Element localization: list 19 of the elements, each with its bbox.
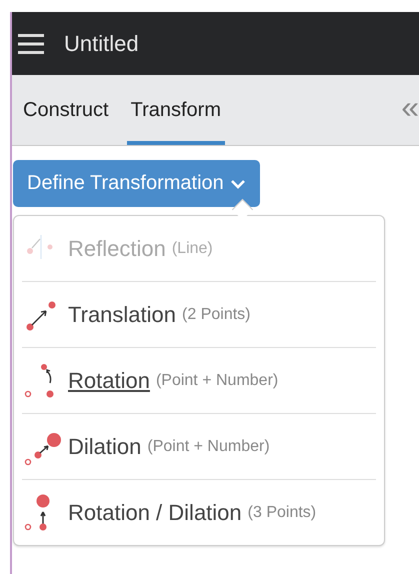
item-label: Rotation / Dilation xyxy=(68,500,242,526)
menu-item[interactable]: Rotation / Dilation (3 Points) xyxy=(22,479,376,545)
menu-item[interactable]: Rotation (Point + Number) xyxy=(22,347,376,413)
tab[interactable]: Construct xyxy=(19,75,113,145)
item-label: Translation xyxy=(68,302,176,328)
menu-icon[interactable] xyxy=(18,32,44,54)
document-title: Untitled xyxy=(64,30,139,56)
item-hint: (Point + Number) xyxy=(147,438,270,456)
item-label: Rotation xyxy=(68,368,150,394)
item-hint: (Point + Number) xyxy=(156,372,278,390)
item-hint: (3 Points) xyxy=(248,504,316,522)
item-hint: (Line) xyxy=(172,240,213,258)
item-hint: (2 Points) xyxy=(182,306,250,324)
menu-item[interactable]: Translation (2 Points) xyxy=(22,281,376,347)
item-label: Dilation xyxy=(68,434,142,460)
menu-item[interactable]: Dilation (Point + Number) xyxy=(22,413,376,479)
tab[interactable]: Transform xyxy=(126,75,225,145)
item-label: Reflection xyxy=(68,236,166,262)
chevron-down-icon xyxy=(230,178,246,190)
